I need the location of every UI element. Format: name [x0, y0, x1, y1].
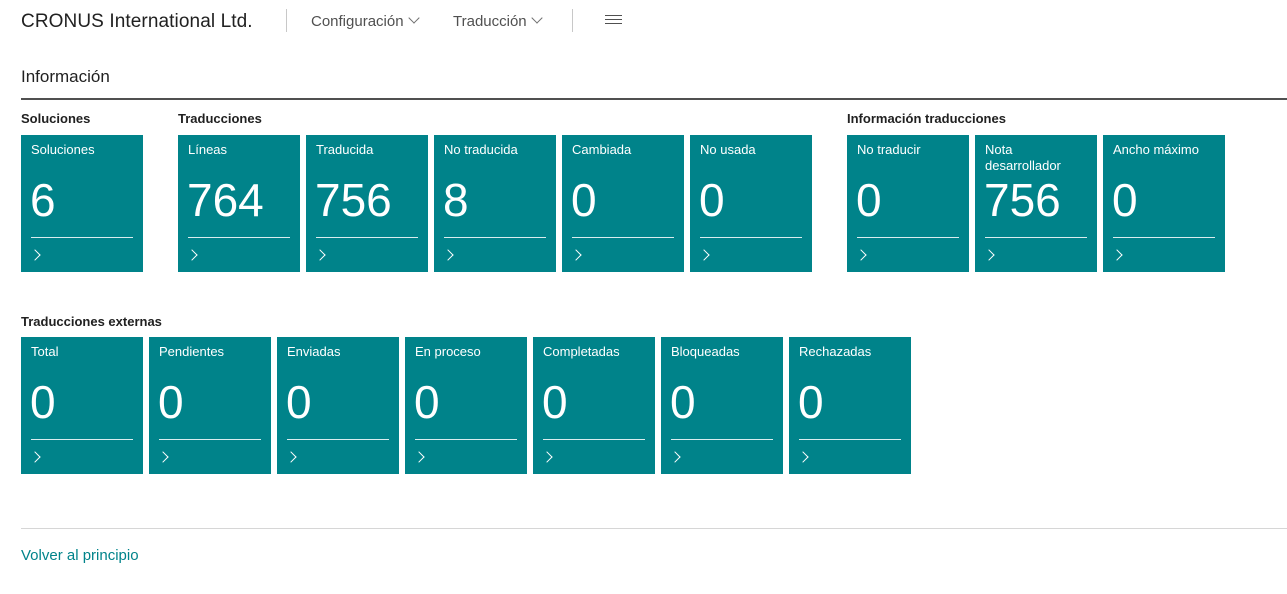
tile-label: Traducida	[316, 142, 374, 157]
company-name[interactable]: CRONUS International Ltd.	[21, 11, 253, 33]
tile-label: Pendientes	[159, 344, 225, 359]
tile-value: 0	[699, 174, 725, 226]
tile-translated[interactable]: Traducida 756	[306, 135, 428, 272]
tile-max-width[interactable]: Ancho máximo 0	[1103, 135, 1225, 272]
top-bar: CRONUS International Ltd. Configuración …	[0, 0, 1287, 44]
tile-do-not-translate[interactable]: No traducir 0	[847, 135, 969, 272]
tile-divider	[700, 237, 802, 238]
tile-label: Total	[31, 344, 59, 359]
tile-divider	[799, 439, 901, 440]
tile-not-translated[interactable]: No traducida 8	[434, 135, 556, 272]
tile-label: No usada	[700, 142, 756, 157]
chevron-down-icon	[530, 12, 543, 24]
tile-in-progress[interactable]: En proceso 0	[405, 337, 527, 474]
tile-value: 764	[187, 174, 264, 226]
tile-value: 0	[670, 376, 696, 428]
tile-value: 0	[286, 376, 312, 428]
tile-divider	[415, 439, 517, 440]
tile-unused[interactable]: No usada 0	[690, 135, 812, 272]
tile-value: 0	[798, 376, 824, 428]
back-to-top-link[interactable]: Volver al principio	[21, 547, 139, 564]
tile-rejected[interactable]: Rechazadas 0	[789, 337, 911, 474]
tile-divider	[31, 439, 133, 440]
tile-divider	[857, 237, 959, 238]
tile-label: En proceso	[415, 344, 481, 359]
group-label-translation-info: Información traducciones	[847, 111, 1006, 126]
tile-divider	[159, 439, 261, 440]
tile-lines[interactable]: Líneas 764	[178, 135, 300, 272]
tile-divider	[572, 237, 674, 238]
tile-blocked[interactable]: Bloqueadas 0	[661, 337, 783, 474]
tile-solutions[interactable]: Soluciones 6	[21, 135, 143, 272]
hamburger-menu-icon[interactable]	[605, 15, 622, 27]
section-divider	[21, 98, 1287, 100]
menu-configuration[interactable]: Configuración	[311, 12, 420, 30]
tile-value: 0	[542, 376, 568, 428]
tile-divider	[287, 439, 389, 440]
chevron-right-icon	[983, 249, 995, 261]
tile-value: 0	[571, 174, 597, 226]
tile-divider	[543, 439, 645, 440]
tile-label: Enviadas	[287, 344, 341, 359]
tile-label: Nota desarrollador	[985, 142, 1061, 173]
divider	[572, 9, 573, 32]
section-title[interactable]: Información	[21, 67, 110, 87]
tile-divider	[671, 439, 773, 440]
tile-divider	[985, 237, 1087, 238]
group-label-translations: Traducciones	[178, 111, 262, 126]
group-label-solutions: Soluciones	[21, 111, 91, 126]
tile-label: Rechazadas	[799, 344, 872, 359]
group-label-external: Traducciones externas	[21, 314, 162, 329]
tile-label: Soluciones	[31, 142, 95, 157]
tile-label: Líneas	[188, 142, 228, 157]
tile-value: 0	[414, 376, 440, 428]
chevron-right-icon	[541, 451, 553, 463]
tile-divider	[31, 237, 133, 238]
chevron-right-icon	[157, 451, 169, 463]
tile-value: 756	[315, 174, 392, 226]
chevron-right-icon	[186, 249, 198, 261]
menu-translation-label: Traducción	[453, 13, 527, 30]
tile-value: 0	[1112, 174, 1138, 226]
tile-value: 8	[443, 174, 469, 226]
chevron-right-icon	[669, 451, 681, 463]
chevron-right-icon	[797, 451, 809, 463]
tile-pending[interactable]: Pendientes 0	[149, 337, 271, 474]
divider	[286, 9, 287, 32]
tile-divider	[444, 237, 546, 238]
chevron-right-icon	[285, 451, 297, 463]
tile-divider	[1113, 237, 1215, 238]
tile-label: Cambiada	[572, 142, 632, 157]
chevron-down-icon	[407, 12, 420, 24]
menu-configuration-label: Configuración	[311, 13, 404, 30]
tile-value: 0	[30, 376, 56, 428]
tile-value: 6	[30, 174, 56, 226]
tile-divider	[188, 237, 290, 238]
chevron-right-icon	[570, 249, 582, 261]
tile-completed[interactable]: Completadas 0	[533, 337, 655, 474]
tile-label: No traducida	[444, 142, 518, 157]
chevron-right-icon	[413, 451, 425, 463]
chevron-right-icon	[29, 249, 41, 261]
tile-divider	[316, 237, 418, 238]
tile-label: No traducir	[857, 142, 921, 157]
tile-total[interactable]: Total 0	[21, 337, 143, 474]
tile-label: Bloqueadas	[671, 344, 740, 359]
tile-value: 0	[856, 174, 882, 226]
tile-sent[interactable]: Enviadas 0	[277, 337, 399, 474]
tile-changed[interactable]: Cambiada 0	[562, 135, 684, 272]
tile-value: 756	[984, 174, 1061, 226]
menu-translation[interactable]: Traducción	[453, 12, 543, 30]
footer-divider	[21, 528, 1287, 529]
chevron-right-icon	[29, 451, 41, 463]
tile-value: 0	[158, 376, 184, 428]
chevron-right-icon	[314, 249, 326, 261]
chevron-right-icon	[1111, 249, 1123, 261]
tile-label: Ancho máximo	[1113, 142, 1199, 157]
chevron-right-icon	[442, 249, 454, 261]
chevron-right-icon	[855, 249, 867, 261]
tile-developer-note[interactable]: Nota desarrollador 756	[975, 135, 1097, 272]
chevron-right-icon	[698, 249, 710, 261]
tile-label: Completadas	[543, 344, 620, 359]
